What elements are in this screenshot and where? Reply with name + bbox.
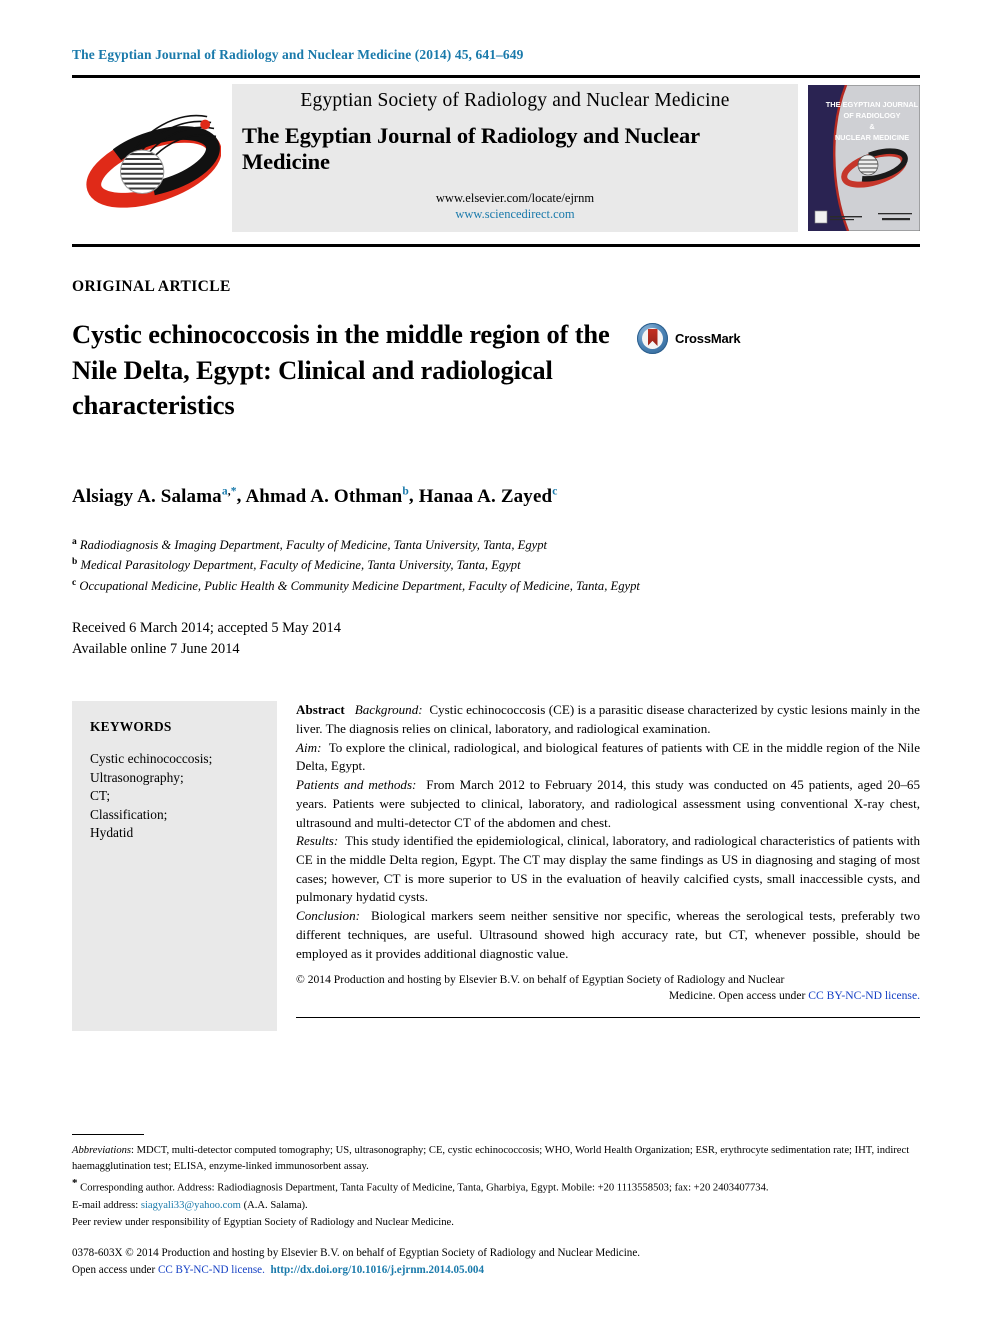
keywords-panel: KEYWORDS Cystic echinococcosis; Ultrason… xyxy=(72,701,277,1032)
abstract-heading: Abstract xyxy=(296,702,345,718)
open-access-prefix: Open access under xyxy=(72,1263,158,1276)
abstract-copyright: © 2014 Production and hosting by Elsevie… xyxy=(296,972,920,1004)
keyword-item: Classification; xyxy=(90,806,168,822)
svg-text:OF RADIOLOGY: OF RADIOLOGY xyxy=(843,111,900,120)
affiliation-b: b Medical Parasitology Department, Facul… xyxy=(72,557,521,573)
abstract-conclusion: Conclusion: Biological markers seem neit… xyxy=(296,907,920,963)
keyword-item: Ultrasonography; xyxy=(90,769,184,785)
abstract-text-results: This study identified the epidemiologica… xyxy=(296,833,920,905)
abbreviations-text: : MDCT, multi-detector computed tomograp… xyxy=(72,1144,910,1172)
corresponding-marker: * xyxy=(72,1177,78,1190)
crossmark-badge[interactable]: CrossMark xyxy=(637,323,741,354)
email-note: E-mail address: siagyali33@yahoo.com (A.… xyxy=(72,1198,920,1214)
svg-text:THE EGYPTIAN JOURNAL: THE EGYPTIAN JOURNAL xyxy=(826,100,919,109)
issn-copyright-block: 0378-603X © 2014 Production and hosting … xyxy=(72,1245,920,1279)
masthead-center: Egyptian Society of Radiology and Nuclea… xyxy=(232,84,798,232)
email-label: E-mail address: xyxy=(72,1199,141,1211)
abstract-label-results: Results: xyxy=(296,833,339,849)
abstract-label-aim: Aim: xyxy=(296,739,322,755)
masthead-bottom-rule xyxy=(72,244,920,247)
received-accepted-date: Received 6 March 2014; accepted 5 May 20… xyxy=(72,620,341,637)
abbreviations-label: Abbreviations xyxy=(72,1144,132,1156)
svg-text:&: & xyxy=(869,122,875,131)
abstract-copyright-tail: Medicine. Open access under xyxy=(668,989,809,1003)
author-1-corresponding-marker: ,* xyxy=(227,485,237,498)
open-access-line: Open access under CC BY-NC-ND license. h… xyxy=(72,1262,920,1279)
available-online-date: Available online 7 June 2014 xyxy=(72,640,240,657)
keyword-item: CT; xyxy=(90,788,111,804)
keyword-item: Cystic echinococcosis; xyxy=(90,751,213,767)
journal-masthead: Egyptian Society of Radiology and Nuclea… xyxy=(72,84,920,232)
journal-name: The Egyptian Journal of Radiology and Nu… xyxy=(242,122,700,174)
abstract-body: Abstract Background: Cystic echinococcos… xyxy=(277,701,920,1031)
elsevier-url[interactable]: www.elsevier.com/locate/ejrnm xyxy=(436,191,594,207)
author-sep-2: , xyxy=(408,485,419,507)
abstract-text-aim: To explore the clinical, radiological, a… xyxy=(296,739,921,774)
abstract-background: Abstract Background: Cystic echinococcos… xyxy=(296,701,920,738)
keywords-heading: KEYWORDS xyxy=(90,719,172,735)
abbreviations-note: Abbreviations: MDCT, multi-detector comp… xyxy=(72,1143,920,1175)
affiliation-list: a Radiodiagnosis & Imaging Department, F… xyxy=(72,535,920,597)
abstract-bottom-rule xyxy=(296,1017,920,1019)
footnote-section: Abbreviations: MDCT, multi-detector comp… xyxy=(72,1133,920,1279)
email-link[interactable]: siagyali33@yahoo.com xyxy=(141,1200,241,1211)
doi-link[interactable]: http://dx.doi.org/10.1016/j.ejrnm.2014.0… xyxy=(270,1264,484,1276)
affiliation-a: a Radiodiagnosis & Imaging Department, F… xyxy=(72,536,548,552)
running-head: The Egyptian Journal of Radiology and Nu… xyxy=(72,47,524,62)
article-first-page: The Egyptian Journal of Radiology and Nu… xyxy=(0,0,992,1323)
abstract-results: Results: This study identified the epide… xyxy=(296,832,920,907)
abstract-copyright-lead: © 2014 Production and hosting by Elsevie… xyxy=(296,973,785,987)
page-title: Cystic echinococcosis in the middle regi… xyxy=(72,319,610,420)
abstract-label-conclusion: Conclusion: xyxy=(296,908,361,924)
egyptian-society-radiology-logo-icon xyxy=(86,114,221,208)
masthead-top-rule xyxy=(72,75,920,78)
publication-dates: Received 6 March 2014; accepted 5 May 20… xyxy=(72,618,920,659)
cc-license-link[interactable]: CC BY-NC-ND license. xyxy=(808,989,920,1002)
abstract-text-conclusion: Biological markers seem neither sensitiv… xyxy=(296,908,921,961)
corresponding-author-text: Corresponding author. Address: Radiodiag… xyxy=(80,1182,769,1194)
society-name: Egyptian Society of Radiology and Nuclea… xyxy=(300,89,730,111)
abstract-methods: Patients and methods: From March 2012 to… xyxy=(296,776,920,832)
keyword-item: Hydatid xyxy=(90,825,134,841)
journal-cover-thumbnail-icon: THE EGYPTIAN JOURNAL OF RADIOLOGY & NUCL… xyxy=(808,85,920,231)
abstract-aim: Aim: To explore the clinical, radiologic… xyxy=(296,739,920,776)
affiliation-c: c Occupational Medicine, Public Health &… xyxy=(72,577,640,593)
author-list: Alsiagy A. Salamaa,*, Ahmad A. Othmanb, … xyxy=(72,485,920,507)
society-logo xyxy=(72,84,232,232)
bottom-license-link[interactable]: CC BY-NC-ND license. xyxy=(158,1264,265,1276)
sciencedirect-url[interactable]: www.sciencedirect.com xyxy=(455,207,574,223)
abstract-label-background: Background: xyxy=(354,702,423,718)
issn-line: 0378-603X © 2014 Production and hosting … xyxy=(72,1246,641,1259)
peer-review-note: Peer review under responsibility of Egyp… xyxy=(72,1216,454,1228)
author-2[interactable]: Ahmad A. Othmanb xyxy=(245,485,408,506)
author-1[interactable]: Alsiagy A. Salamaa,* xyxy=(72,485,237,506)
svg-text:NUCLEAR MEDICINE: NUCLEAR MEDICINE xyxy=(835,133,909,142)
crossmark-label: CrossMark xyxy=(675,331,741,346)
email-suffix: (A.A. Salama). xyxy=(240,1199,308,1211)
footnote-rule xyxy=(72,1133,144,1135)
author-3[interactable]: Hanaa A. Zayedc xyxy=(419,485,558,506)
corresponding-author-note: * Corresponding author. Address: Radiodi… xyxy=(72,1175,920,1196)
author-3-affil-marker: c xyxy=(552,485,558,498)
title-row: Cystic echinococcosis in the middle regi… xyxy=(72,296,920,441)
crossmark-logo-icon xyxy=(637,323,668,354)
journal-cover: THE EGYPTIAN JOURNAL OF RADIOLOGY & NUCL… xyxy=(798,84,920,232)
abstract-section: KEYWORDS Cystic echinococcosis; Ultrason… xyxy=(72,701,920,1032)
abstract-label-methods: Patients and methods: xyxy=(296,777,417,793)
article-type: ORIGINAL ARTICLE xyxy=(72,278,231,295)
